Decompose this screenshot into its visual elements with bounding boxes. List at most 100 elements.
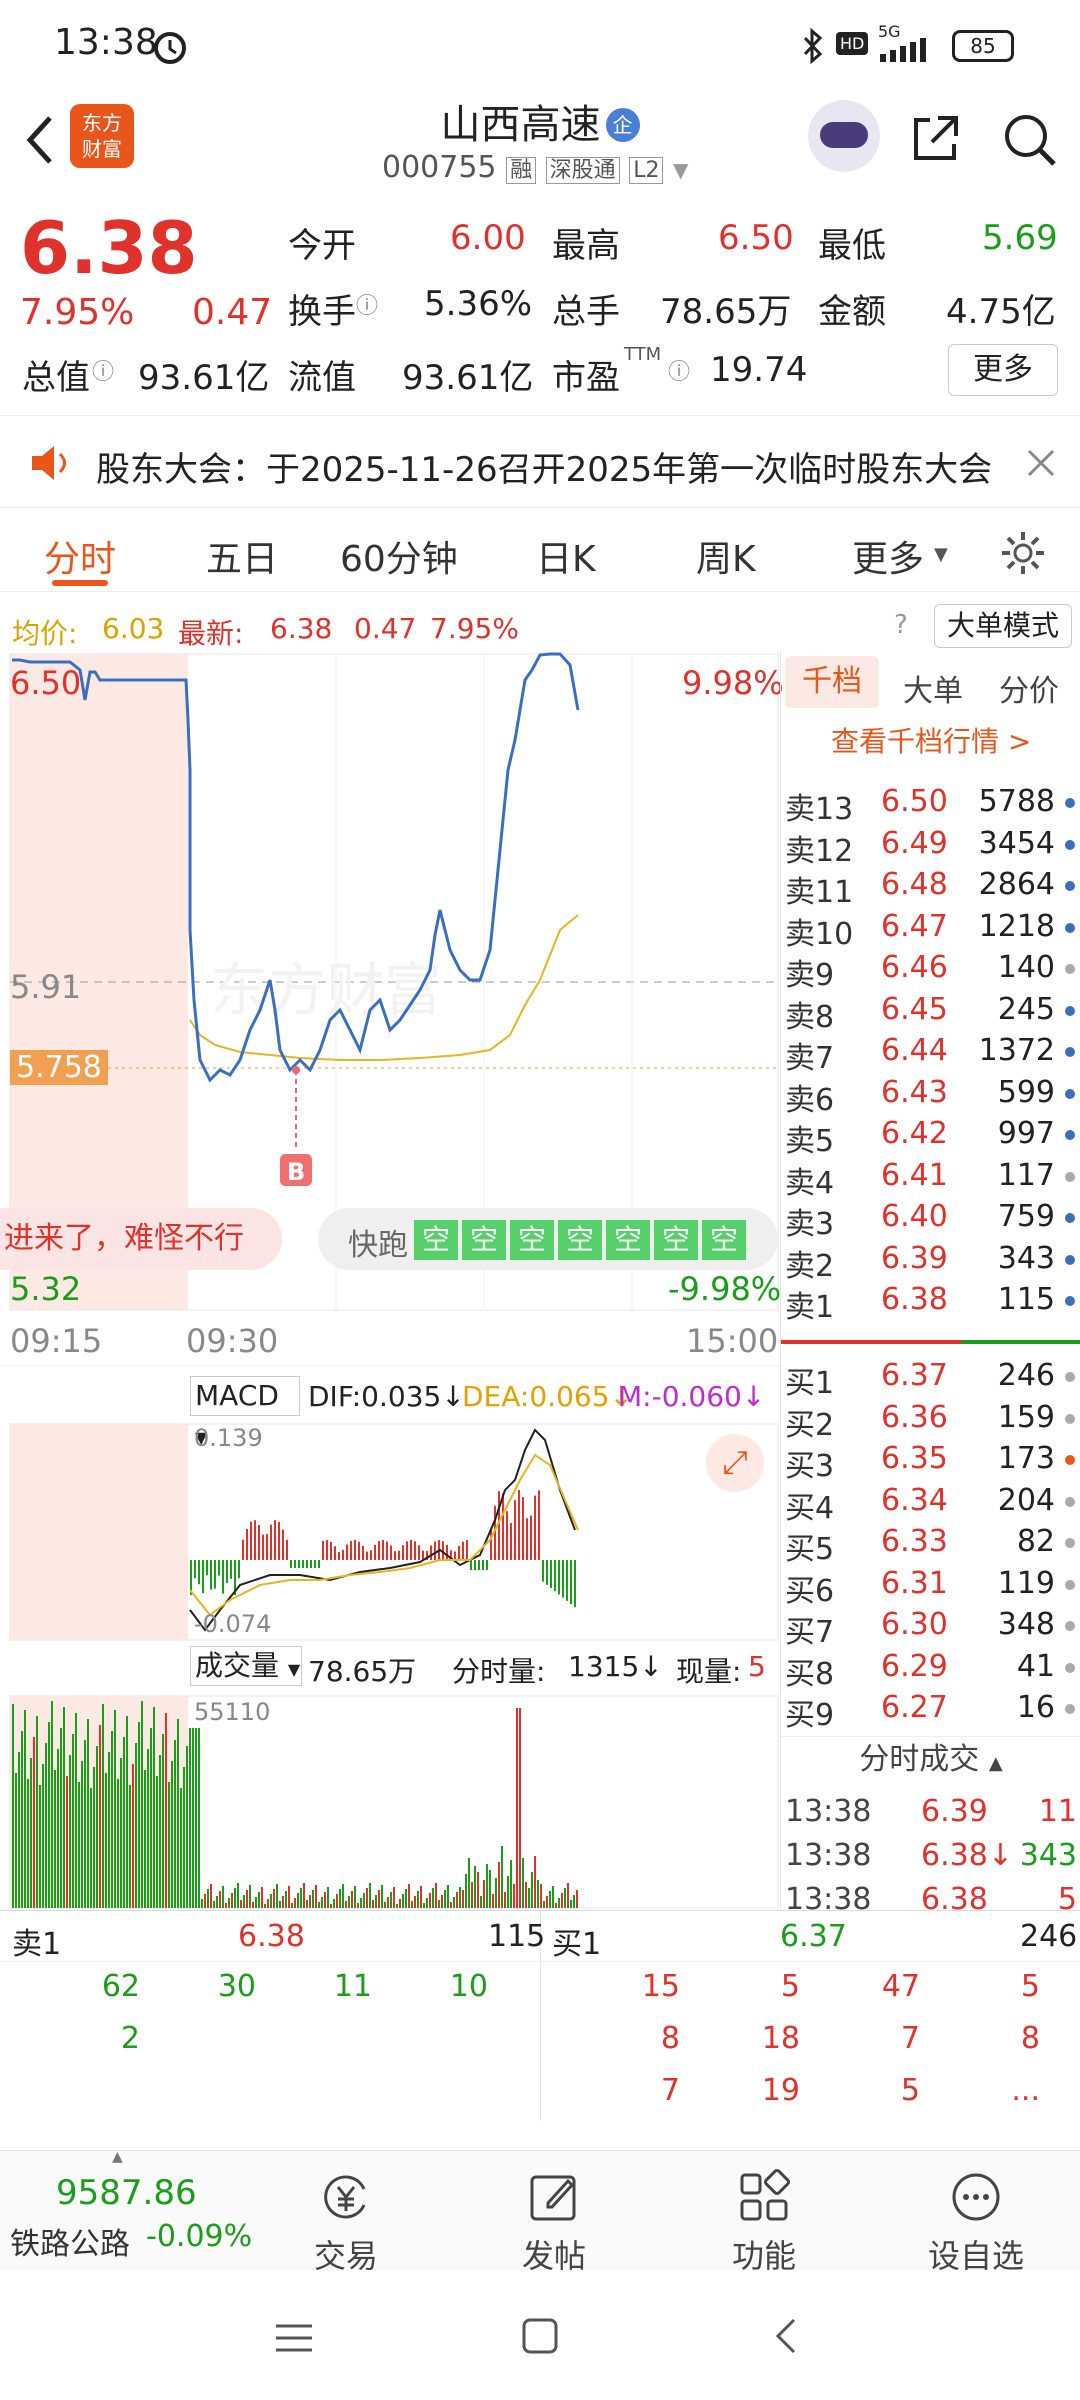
tab-weekly-k[interactable]: 周K	[696, 530, 756, 582]
tab-price-split[interactable]: 分价	[999, 666, 1059, 710]
volume-bar	[465, 1874, 467, 1908]
bid-row[interactable]: 买2 6.36 159	[781, 1400, 1080, 1443]
help-icon[interactable]: ?	[894, 610, 908, 640]
volume-label: 总手	[552, 292, 620, 332]
ask-price: 6.42	[881, 1116, 948, 1151]
chevron-up-icon: ▲	[988, 1753, 1003, 1774]
info-icon[interactable]: ⓘ	[92, 354, 114, 386]
view-levels-link[interactable]: 查看千档行情 >	[831, 720, 1031, 760]
share-icon[interactable]	[908, 110, 964, 166]
index-ticker[interactable]: ▲ 9587.86 铁路公路 -0.09%	[0, 2149, 252, 2271]
back-icon[interactable]	[20, 110, 60, 170]
volume-bar	[498, 1862, 500, 1908]
ask-row[interactable]: 卖10 6.47 1218	[781, 909, 1080, 952]
volume-bar	[198, 1728, 200, 1908]
back-nav-icon[interactable]	[766, 2316, 806, 2356]
time-open: 09:30	[186, 1322, 279, 1360]
menu-icon[interactable]	[274, 2318, 314, 2358]
nav-post[interactable]: 发帖	[484, 2169, 624, 2277]
fast-run-banner[interactable]: 快跑 空空空空空空空	[318, 1208, 778, 1270]
macd-bar	[506, 1511, 508, 1560]
macd-bar	[330, 1541, 332, 1560]
ask-row[interactable]: 卖13 6.50 5788	[781, 784, 1080, 827]
volume-bar	[405, 1889, 407, 1908]
latest-percent: 7.95%	[430, 612, 519, 645]
more-button[interactable]: 更多	[948, 344, 1058, 396]
ask-row[interactable]: 卖4 6.41 117	[781, 1158, 1080, 1201]
queue-sell-volume: 115	[488, 1919, 546, 1954]
bid-row[interactable]: 买6 6.31 119	[781, 1566, 1080, 1609]
big-order-mode-button[interactable]: 大单模式	[934, 604, 1072, 648]
nav-add-watchlist[interactable]: 设自选	[906, 2169, 1046, 2277]
volume-bar	[411, 1901, 413, 1908]
ask-row[interactable]: 卖1 6.38 115	[781, 1282, 1080, 1325]
bid-level: 买7	[785, 1615, 835, 1650]
tab-big-orders[interactable]: 大单	[903, 666, 963, 710]
volume-bar	[435, 1883, 437, 1908]
ask-row[interactable]: 卖8 6.45 245	[781, 992, 1080, 1035]
queue-panel: 卖1 6.38 115 买1 6.37 246 62 30 11 10 2 15 5 47 5…	[0, 1910, 1080, 2121]
bid-row[interactable]: 买9 6.27 16	[781, 1690, 1080, 1733]
assistant-avatar[interactable]	[808, 100, 880, 172]
home-icon[interactable]	[520, 2316, 560, 2356]
battery-level: 85	[970, 34, 996, 58]
volume-bar	[327, 1887, 329, 1908]
ask-row[interactable]: 卖3 6.40 759	[781, 1199, 1080, 1242]
comment-banner[interactable]: 进来了，难怪不行	[0, 1208, 282, 1270]
gear-icon[interactable]	[998, 528, 1048, 578]
volume-bar	[504, 1892, 506, 1908]
tab-daily-k[interactable]: 日K	[536, 530, 596, 582]
volume-bar	[93, 1767, 95, 1908]
macd-bar	[258, 1525, 260, 1560]
ask-row[interactable]: 卖7 6.44 1372	[781, 1033, 1080, 1076]
tab-more[interactable]: 更多	[852, 530, 924, 582]
tab-thousand-levels[interactable]: 千档	[785, 656, 879, 708]
intraday-chart[interactable]: 东方财富 B 6.50 5.91 5.758 5.32 9.98% -9.98%…	[0, 650, 784, 1910]
stock-code-row[interactable]: 000755 融 深股通 L2 ▼	[382, 150, 688, 185]
volume-bar	[345, 1901, 347, 1908]
nav-trade[interactable]: 交易	[276, 2169, 416, 2277]
volume-bar	[552, 1886, 554, 1908]
macd-bar	[390, 1545, 392, 1560]
notice-bar[interactable]: 股东大会：于2025-11-26召开2025年第一次临时股东大会	[0, 418, 1080, 508]
tab-intraday[interactable]: 分时	[44, 530, 116, 582]
volume-bar	[117, 1779, 119, 1908]
trade-price: 6.39	[921, 1794, 988, 1829]
nav-functions[interactable]: 功能	[694, 2169, 834, 2277]
volume-bar	[315, 1885, 317, 1908]
search-icon[interactable]	[1000, 110, 1060, 170]
tab-five-day[interactable]: 五日	[206, 530, 278, 582]
volume-bar	[39, 1785, 41, 1908]
close-icon[interactable]	[1024, 446, 1058, 480]
tab-60-minute[interactable]: 60分钟	[340, 530, 458, 582]
trades-header[interactable]: 分时成交 ▲	[781, 1736, 1080, 1784]
macd-selector[interactable]: MACD ▼	[190, 1376, 300, 1447]
info-icon[interactable]: ⓘ	[668, 354, 690, 386]
bid-row[interactable]: 买5 6.33 82	[781, 1524, 1080, 1567]
period-volume-label: 分时量:	[452, 1655, 546, 1688]
bid-row[interactable]: 买7 6.30 348	[781, 1607, 1080, 1650]
volume-selector[interactable]: 成交量 ▼	[190, 1646, 302, 1686]
ask-row[interactable]: 卖12 6.49 3454	[781, 826, 1080, 869]
expand-icon[interactable]: ⤢	[706, 1434, 764, 1492]
ask-row[interactable]: 卖9 6.46 140	[781, 950, 1080, 993]
macd-bar	[482, 1560, 484, 1570]
bid-level: 买6	[785, 1573, 835, 1609]
bid-row[interactable]: 买1 6.37 246	[781, 1358, 1080, 1401]
info-icon[interactable]: ⓘ	[356, 288, 378, 320]
ask-row[interactable]: 卖11 6.48 2864	[781, 867, 1080, 910]
pre-market-shade	[10, 1424, 188, 1640]
trade-price: 6.38↓	[921, 1838, 1013, 1873]
ask-row[interactable]: 卖6 6.43 599	[781, 1075, 1080, 1118]
flag-dot-icon	[1065, 881, 1075, 891]
ask-level: 卖6	[785, 1082, 835, 1118]
volume-bar	[126, 1716, 128, 1908]
bid-row[interactable]: 买3 6.35 173	[781, 1441, 1080, 1484]
volume-bar	[426, 1898, 428, 1908]
ask-row[interactable]: 卖2 6.39 343	[781, 1241, 1080, 1284]
bid-row[interactable]: 买8 6.29 41	[781, 1649, 1080, 1692]
ask-row[interactable]: 卖5 6.42 997	[781, 1116, 1080, 1159]
bid-row[interactable]: 买4 6.34 204	[781, 1483, 1080, 1526]
system-nav-bar	[0, 2270, 1080, 2400]
queue-buy-volume: 246	[1020, 1919, 1078, 1954]
